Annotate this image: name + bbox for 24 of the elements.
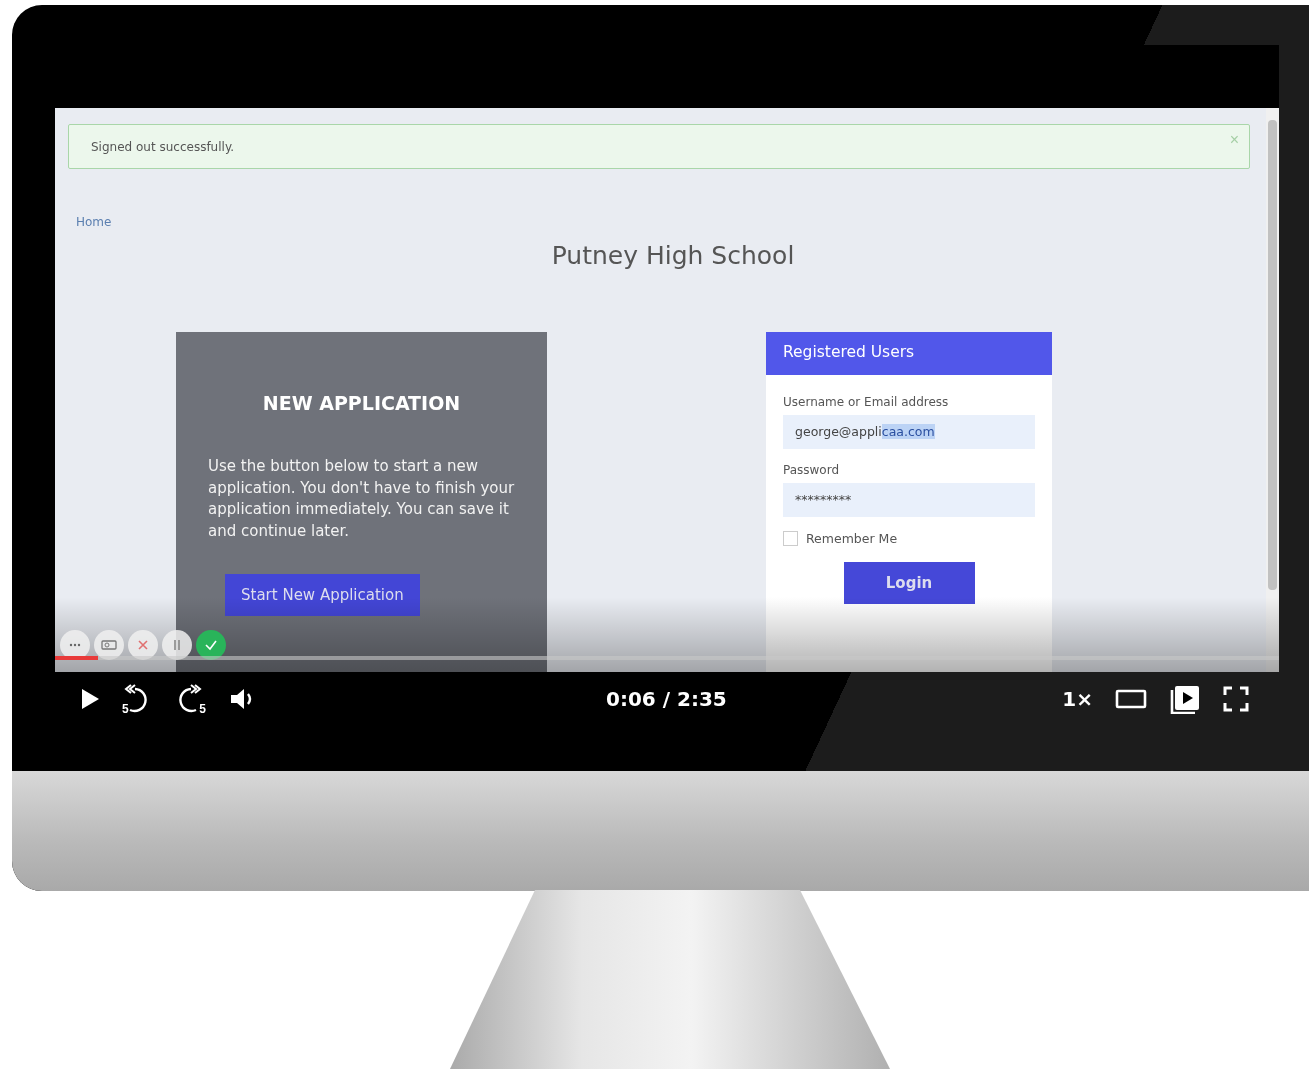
start-application-button[interactable]: Start New Application bbox=[225, 574, 420, 616]
time-display: 0:06 / 2:35 bbox=[606, 687, 727, 711]
checkbox-label: Remember Me bbox=[806, 531, 898, 546]
fullscreen-icon[interactable] bbox=[1223, 686, 1249, 712]
rewind-button[interactable]: 5 bbox=[121, 682, 153, 716]
field-label: Username or Email address bbox=[783, 395, 950, 409]
play-icon[interactable] bbox=[81, 689, 99, 709]
login-button[interactable]: Login bbox=[843, 562, 975, 604]
forward-button[interactable]: 5 bbox=[175, 682, 207, 716]
card-header: Registered Users bbox=[766, 332, 1052, 375]
password-field[interactable]: ********* bbox=[783, 483, 1035, 517]
remember-checkbox[interactable] bbox=[783, 531, 798, 546]
theater-mode-icon[interactable] bbox=[1115, 688, 1147, 710]
card-text: Use the button below to start a new application. You don't have to finish your application immediately. You can save it and continue later. bbox=[208, 456, 515, 542]
miniplayer-icon[interactable] bbox=[1169, 684, 1201, 714]
scrollbar[interactable] bbox=[1266, 108, 1279, 672]
progress-track[interactable] bbox=[55, 656, 1279, 660]
username-field[interactable]: george@applicaa.com bbox=[783, 415, 1035, 449]
alert-message: Signed out successfully. bbox=[91, 139, 235, 154]
card-title: NEW APPLICATION bbox=[261, 392, 462, 414]
home-link[interactable]: Home bbox=[76, 215, 112, 229]
school-title: Putney High School bbox=[550, 241, 796, 270]
field-label: Password bbox=[783, 463, 841, 477]
speed-button[interactable]: 1× bbox=[1062, 687, 1093, 711]
